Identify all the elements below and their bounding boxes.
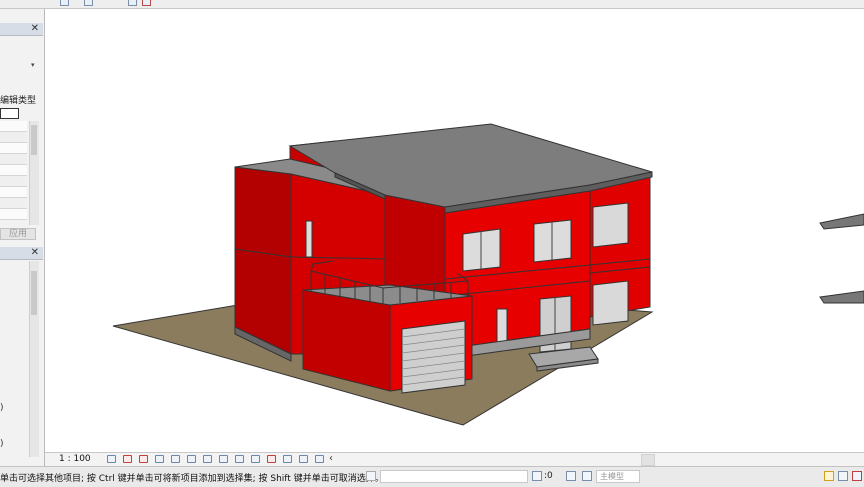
edit-type-button[interactable]: 编辑类型	[0, 93, 36, 106]
temp-view-properties-icon[interactable]	[267, 455, 276, 463]
render-icon[interactable]	[171, 455, 180, 463]
property-row[interactable]	[0, 198, 27, 209]
show-crop-icon[interactable]	[203, 455, 212, 463]
detail-level-icon[interactable]	[107, 455, 116, 463]
property-row[interactable]	[0, 209, 27, 220]
3d-viewport[interactable]	[45, 9, 864, 452]
close-icon[interactable]: ✕	[31, 23, 39, 35]
close-icon[interactable]: ✕	[31, 247, 39, 259]
select-links-icon[interactable]	[824, 471, 834, 481]
project-browser-header: ✕	[0, 247, 43, 260]
design-options-icon[interactable]	[566, 471, 576, 481]
neighbor-slab-upper	[819, 213, 864, 230]
select-underlay-icon[interactable]	[838, 471, 848, 481]
type-selector-dropdown-icon[interactable]: ▾	[31, 61, 35, 69]
properties-grid	[0, 121, 27, 225]
property-row[interactable]	[0, 154, 27, 165]
chevron-left-icon[interactable]: ‹	[329, 453, 333, 464]
redo-icon[interactable]	[84, 0, 93, 6]
view-scale-label[interactable]: 1 : 100	[59, 454, 91, 464]
house-3d-model	[112, 123, 864, 426]
editable-only-icon[interactable]	[582, 471, 592, 481]
view-icon[interactable]	[128, 0, 137, 6]
properties-scrollbar[interactable]	[29, 121, 39, 225]
main-model-combo[interactable]: 主模型	[596, 470, 640, 483]
ribbon-strip	[0, 0, 864, 9]
property-row[interactable]	[0, 121, 27, 132]
neighbor-slab-lower	[819, 290, 864, 304]
side-slit-window	[305, 220, 313, 258]
highlight-displacement-icon[interactable]	[315, 455, 324, 463]
status-bar: 单击可选择其他项目; 按 Ctrl 键并单击可将新项目添加到选择集; 按 Shi…	[0, 466, 864, 487]
left-side-wall	[234, 166, 292, 355]
property-row[interactable]	[0, 132, 27, 143]
property-row[interactable]	[0, 187, 27, 198]
property-row[interactable]	[0, 143, 27, 154]
close-view-icon[interactable]	[142, 0, 151, 6]
selection-filter-icon[interactable]	[532, 471, 542, 481]
view-control-bar: 1 : 100 ‹	[45, 452, 864, 466]
browser-tree-node[interactable]: )	[0, 439, 4, 449]
filter-icon[interactable]	[852, 471, 862, 481]
temp-hide-icon[interactable]	[235, 455, 244, 463]
crop-view-icon[interactable]	[187, 455, 196, 463]
apply-button[interactable]: 应用	[0, 228, 36, 240]
reveal-hidden-icon[interactable]	[251, 455, 260, 463]
shadows-icon[interactable]	[155, 455, 164, 463]
browser-tree-node[interactable]: )	[0, 403, 4, 413]
status-hint-text: 单击可选择其他项目; 按 Ctrl 键并单击可将新项目添加到选择集; 按 Shi…	[0, 474, 384, 484]
lock-3d-icon[interactable]	[219, 455, 228, 463]
workset-field[interactable]	[380, 470, 528, 483]
analytical-model-icon[interactable]	[283, 455, 292, 463]
selection-count: :0	[544, 471, 553, 481]
properties-panel-header: ✕	[0, 23, 43, 36]
browser-scrollbar[interactable]	[29, 261, 39, 457]
visual-style-icon[interactable]	[123, 455, 132, 463]
constraints-icon[interactable]	[299, 455, 308, 463]
rear-right-window	[592, 202, 629, 248]
property-row[interactable]	[0, 176, 27, 187]
left-pane: ✕ ▾ 编辑类型 应用 ✕ ) )	[0, 9, 45, 466]
undo-icon[interactable]	[60, 0, 69, 6]
workset-icon[interactable]	[366, 471, 376, 481]
sun-path-icon[interactable]	[139, 455, 148, 463]
scroll-corner	[641, 454, 655, 466]
property-row[interactable]	[0, 165, 27, 176]
instance-filter-field[interactable]	[0, 108, 19, 119]
rear-right-window-lower	[592, 280, 629, 326]
